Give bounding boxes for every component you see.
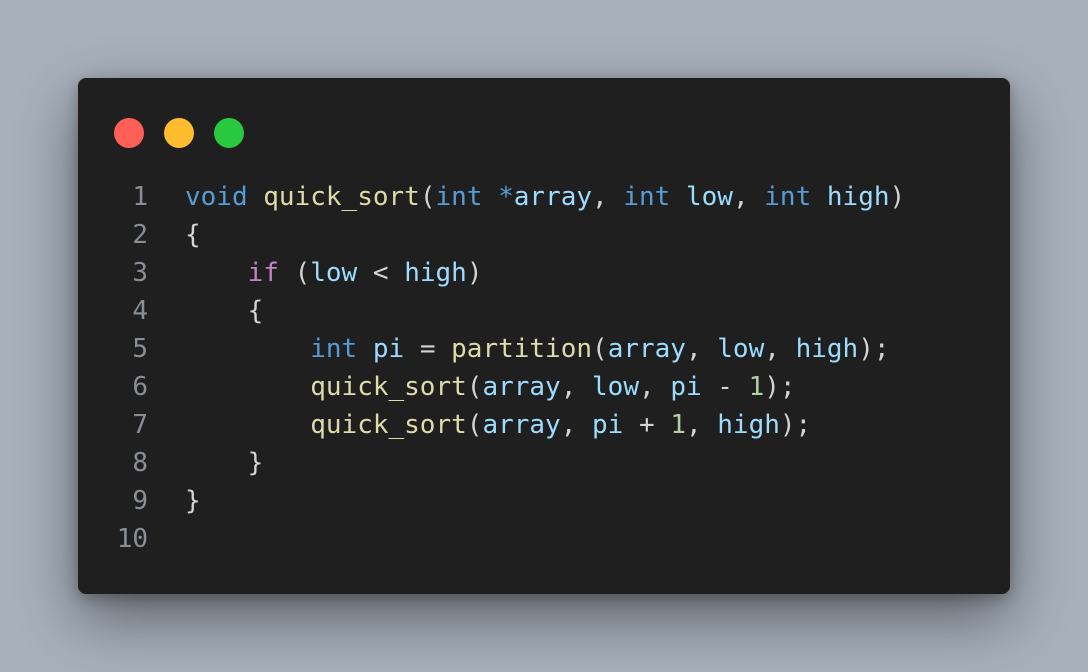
line-number: 6 [132, 372, 148, 402]
code-token: 1 [670, 410, 686, 440]
close-button[interactable] [114, 118, 144, 148]
line-content: void quick_sort(int *array, int low, int… [148, 178, 905, 216]
code-token: ) [466, 258, 483, 288]
code-line: 7 quick_sort(array, pi + 1, high); [78, 406, 1010, 444]
code-token: ( [278, 258, 311, 288]
code-token: - [701, 372, 749, 402]
code-token: quick_sort [310, 410, 467, 440]
code-token: , [764, 334, 796, 364]
code-token: , [685, 334, 718, 364]
line-content: } [148, 444, 264, 482]
code-token: , [560, 410, 593, 440]
code-token: + [623, 410, 671, 440]
code-token: ); [779, 410, 812, 440]
code-token: ) [889, 182, 906, 212]
code-line: 4 { [78, 292, 1010, 330]
code-token: if [247, 258, 279, 288]
code-token: } [185, 486, 201, 516]
code-token: partition [451, 334, 593, 364]
code-token: = [404, 334, 452, 364]
line-content: quick_sort(array, pi + 1, high); [148, 406, 811, 444]
line-content [148, 520, 185, 558]
line-number: 1 [132, 182, 148, 212]
code-token: low [685, 182, 733, 212]
code-line: 9} [78, 482, 1010, 520]
code-token: , [639, 372, 671, 402]
line-content: { [148, 292, 264, 330]
code-block[interactable]: 1 void quick_sort(int *array, int low, in… [78, 178, 1010, 558]
code-line: 6 quick_sort(array, low, pi - 1); [78, 368, 1010, 406]
code-token: low [717, 334, 765, 364]
line-number: 9 [132, 486, 148, 516]
code-token: ( [592, 334, 608, 364]
line-content: quick_sort(array, low, pi - 1); [148, 368, 796, 406]
code-token: int [435, 182, 483, 212]
code-token: 1 [748, 372, 765, 402]
window-controls [114, 118, 244, 148]
code-line: 8 } [78, 444, 1010, 482]
code-token: pi [592, 410, 624, 440]
code-token: array [513, 182, 593, 212]
code-token: } [185, 448, 264, 478]
code-token: pi [372, 334, 405, 364]
code-token: ( [419, 182, 436, 212]
line-number: 2 [132, 220, 148, 250]
code-token: , [560, 372, 593, 402]
maximize-button[interactable] [214, 118, 244, 148]
code-token: < [357, 258, 405, 288]
code-token: { [185, 296, 264, 326]
line-content: { [148, 216, 201, 254]
code-token: array [482, 372, 561, 402]
code-token: int [310, 334, 358, 364]
code-window: 1 void quick_sort(int *array, int low, in… [78, 78, 1010, 594]
code-token: ); [858, 334, 890, 364]
code-line: 5 int pi = partition(array, low, high); [78, 330, 1010, 368]
code-token: quick_sort [263, 182, 420, 212]
line-content: int pi = partition(array, low, high); [148, 330, 890, 368]
line-content: } [148, 482, 201, 520]
code-line: 1 void quick_sort(int *array, int low, in… [78, 178, 1010, 216]
code-token: , [732, 182, 765, 212]
code-token: low [592, 372, 639, 402]
code-token: quick_sort [310, 372, 467, 402]
line-number: 5 [132, 334, 148, 364]
line-number: 7 [132, 410, 148, 440]
code-token: array [482, 410, 561, 440]
code-token: ( [466, 410, 483, 440]
code-token: , [685, 410, 718, 440]
code-token: ( [466, 372, 483, 402]
code-token: * [498, 182, 514, 212]
code-line: 2{ [78, 216, 1010, 254]
code-line: 10 [78, 520, 1010, 558]
line-number: 3 [132, 258, 148, 288]
line-number: 10 [116, 524, 148, 554]
minimize-button[interactable] [164, 118, 194, 148]
line-content: if (low < high) [148, 254, 483, 292]
code-line: 3 if (low < high) [78, 254, 1010, 292]
code-token: , [592, 182, 624, 212]
code-token: high [826, 182, 890, 212]
code-token: { [185, 220, 201, 250]
code-token: high [795, 334, 859, 364]
line-number: 8 [132, 448, 148, 478]
code-token: int [623, 182, 671, 212]
code-token: pi [670, 372, 702, 402]
code-token: low [310, 258, 358, 288]
code-token: int [764, 182, 812, 212]
code-token: high [404, 258, 467, 288]
code-token: void [185, 182, 248, 212]
code-token: array [607, 334, 686, 364]
line-number: 4 [132, 296, 148, 326]
code-token: high [717, 410, 780, 440]
code-token: ); [764, 372, 796, 402]
